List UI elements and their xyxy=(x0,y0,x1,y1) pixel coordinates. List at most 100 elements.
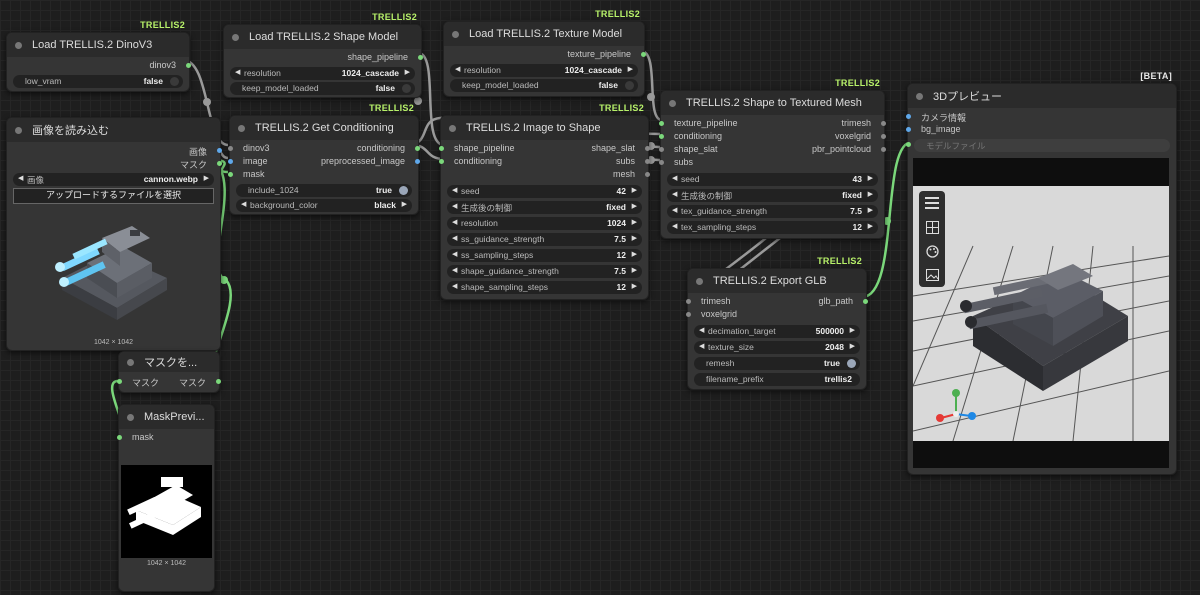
tex-sampling-steps-number[interactable]: ◀ tex_sampling_steps 12 ▶ xyxy=(667,221,878,234)
texture-size-number[interactable]: ◀ texture_size 2048 ▶ xyxy=(694,341,860,354)
collapse-dot-icon[interactable] xyxy=(232,33,239,41)
palette-icon[interactable] xyxy=(919,239,945,263)
node-mask-preview[interactable]: MaskPrevi... mask 1042 × 1042 xyxy=(117,404,215,592)
input-mask-port[interactable] xyxy=(228,172,233,177)
output-dinov3-port[interactable] xyxy=(186,63,191,68)
collapse-dot-icon[interactable] xyxy=(449,124,456,132)
input-mask-port[interactable] xyxy=(117,379,122,384)
input-subs-label: subs xyxy=(674,157,694,167)
reroute-dot[interactable] xyxy=(647,93,655,101)
output-mask-port[interactable] xyxy=(217,161,222,166)
output-mask-port[interactable] xyxy=(216,379,221,384)
resolution-combo[interactable]: ◀ resolution 1024 ▶ xyxy=(447,217,642,230)
background-color-combo[interactable]: ◀ background_color black ▶ xyxy=(236,199,412,212)
node-image-to-shape[interactable]: TRELLIS2 TRELLIS.2 Image to Shape shape_… xyxy=(439,103,650,300)
collapse-dot-icon[interactable] xyxy=(127,413,134,421)
ss-guidance-strength-number[interactable]: ◀ ss_guidance_strength 7.5 ▶ xyxy=(447,233,642,246)
node-title[interactable]: 3Dプレビュー xyxy=(908,84,1176,108)
seed-number[interactable]: ◀ seed 43 ▶ xyxy=(667,173,878,186)
output-texture-pipeline-port[interactable] xyxy=(641,52,646,57)
ss-sampling-steps-number[interactable]: ◀ ss_sampling_steps 12 ▶ xyxy=(447,249,642,262)
input-mask-port[interactable] xyxy=(117,435,122,440)
output-conditioning-port[interactable] xyxy=(415,146,420,151)
collapse-dot-icon[interactable] xyxy=(127,358,134,366)
node-title[interactable]: Load TRELLIS.2 Texture Model xyxy=(444,22,644,46)
resolution-combo[interactable]: ◀ resolution 1024_cascade ▶ xyxy=(450,64,638,77)
remesh-toggle[interactable]: remesh true xyxy=(694,357,860,370)
shape-sampling-steps-number[interactable]: ◀ shape_sampling_steps 12 ▶ xyxy=(447,281,642,294)
output-shape-slat-port[interactable] xyxy=(645,146,650,151)
node-title[interactable]: TRELLIS.2 Get Conditioning xyxy=(230,116,418,140)
control-after-generate-combo[interactable]: ◀ 生成後の制御 fixed ▶ xyxy=(667,189,878,202)
input-shape-slat-port[interactable] xyxy=(659,147,664,152)
node-title[interactable]: TRELLIS.2 Image to Shape xyxy=(441,116,648,140)
output-glb-path-port[interactable] xyxy=(863,299,868,304)
control-after-generate-combo[interactable]: ◀ 生成後の制御 fixed ▶ xyxy=(447,201,642,214)
input-voxelgrid-port[interactable] xyxy=(686,312,691,317)
input-texture-pipeline-port[interactable] xyxy=(659,121,664,126)
node-title[interactable]: Load TRELLIS.2 DinoV3 xyxy=(7,33,189,57)
reroute-dot[interactable] xyxy=(220,276,228,284)
low-vram-toggle[interactable]: low_vram false xyxy=(13,75,183,88)
collapse-dot-icon[interactable] xyxy=(916,92,923,100)
node-load-shape-model[interactable]: TRELLIS2 Load TRELLIS.2 Shape Model shap… xyxy=(223,12,423,98)
node-title[interactable]: TRELLIS.2 Shape to Textured Mesh xyxy=(661,91,884,115)
output-image-port[interactable] xyxy=(217,148,222,153)
output-shape-pipeline-port[interactable] xyxy=(418,55,423,60)
model-file-field[interactable]: モデルファイル xyxy=(906,139,1170,152)
input-image-port[interactable] xyxy=(228,159,233,164)
keep-model-loaded-toggle[interactable]: keep_model_loaded false xyxy=(230,82,415,95)
3d-viewport[interactable] xyxy=(913,158,1169,468)
shape-guidance-strength-number[interactable]: ◀ shape_guidance_strength 7.5 ▶ xyxy=(447,265,642,278)
resolution-combo[interactable]: ◀ resolution 1024_cascade ▶ xyxy=(230,67,415,80)
output-voxelgrid-port[interactable] xyxy=(881,134,886,139)
input-dinov3-port[interactable] xyxy=(228,146,233,151)
node-shape-to-textured-mesh[interactable]: TRELLIS2 TRELLIS.2 Shape to Textured Mes… xyxy=(659,78,886,239)
collapse-dot-icon[interactable] xyxy=(452,30,459,38)
viewport-scene[interactable] xyxy=(913,186,1169,441)
node-3d-preview[interactable]: [BETA] 3Dプレビュー カメラ情報 bg_image モデルファイル xyxy=(906,71,1177,475)
output-mesh-port[interactable] xyxy=(645,172,650,177)
collapse-dot-icon[interactable] xyxy=(238,124,245,132)
node-mask-convert[interactable]: マスクを... マスク マスク xyxy=(117,351,221,393)
decimation-target-number[interactable]: ◀ decimation_target 500000 ▶ xyxy=(694,325,860,338)
input-subs-port[interactable] xyxy=(659,160,664,165)
reroute-dot[interactable] xyxy=(414,97,422,105)
grid-icon[interactable] xyxy=(919,215,945,239)
image-file-combo[interactable]: ◀ 画像 cannon.webp ▶ xyxy=(13,173,214,186)
keep-model-loaded-toggle[interactable]: keep_model_loaded false xyxy=(450,79,638,92)
input-model-file-port[interactable] xyxy=(906,142,911,147)
collapse-dot-icon[interactable] xyxy=(15,41,22,49)
node-load-dinov3[interactable]: TRELLIS2 Load TRELLIS.2 DinoV3 dinov3 lo… xyxy=(6,20,191,92)
input-bg-image-port[interactable] xyxy=(906,127,911,132)
upload-file-button[interactable]: アップロードするファイルを選択 xyxy=(13,188,214,204)
output-trimesh-port[interactable] xyxy=(881,121,886,126)
collapse-dot-icon[interactable] xyxy=(15,126,22,134)
tex-guidance-strength-number[interactable]: ◀ tex_guidance_strength 7.5 ▶ xyxy=(667,205,878,218)
node-title[interactable]: Load TRELLIS.2 Shape Model xyxy=(224,25,421,49)
node-export-glb[interactable]: TRELLIS2 TRELLIS.2 Export GLB trimesh glb… xyxy=(686,256,868,390)
node-title[interactable]: マスクを... xyxy=(119,352,219,372)
input-shape-pipeline-port[interactable] xyxy=(439,146,444,151)
node-title[interactable]: 画像を読み込む xyxy=(7,118,220,142)
node-load-image[interactable]: 画像を読み込む 画像 マスク ◀ 画像 cannon.webp ▶ アップロードするフ… xyxy=(6,117,222,351)
output-pbr-pointcloud-port[interactable] xyxy=(881,147,886,152)
menu-icon[interactable] xyxy=(919,191,945,215)
node-title[interactable]: MaskPrevi... xyxy=(119,405,214,429)
output-preprocessed-port[interactable] xyxy=(415,159,420,164)
input-conditioning-port[interactable] xyxy=(659,134,664,139)
input-conditioning-port[interactable] xyxy=(439,159,444,164)
input-trimesh-port[interactable] xyxy=(686,299,691,304)
node-load-texture-model[interactable]: TRELLIS2 Load TRELLIS.2 Texture Model te… xyxy=(443,9,646,97)
collapse-dot-icon[interactable] xyxy=(669,99,676,107)
output-subs-port[interactable] xyxy=(645,159,650,164)
filename-prefix-field[interactable]: filename_prefix trellis2 xyxy=(694,373,860,386)
node-get-conditioning[interactable]: TRELLIS2 TRELLIS.2 Get Conditioning dino… xyxy=(228,103,420,215)
include-1024-toggle[interactable]: include_1024 true xyxy=(236,184,412,197)
node-title[interactable]: TRELLIS.2 Export GLB xyxy=(688,269,866,293)
input-camera-port[interactable] xyxy=(906,114,911,119)
collapse-dot-icon[interactable] xyxy=(696,277,703,285)
seed-number[interactable]: ◀ seed 42 ▶ xyxy=(447,185,642,198)
image-icon[interactable] xyxy=(919,263,945,287)
reroute-dot[interactable] xyxy=(203,98,211,106)
